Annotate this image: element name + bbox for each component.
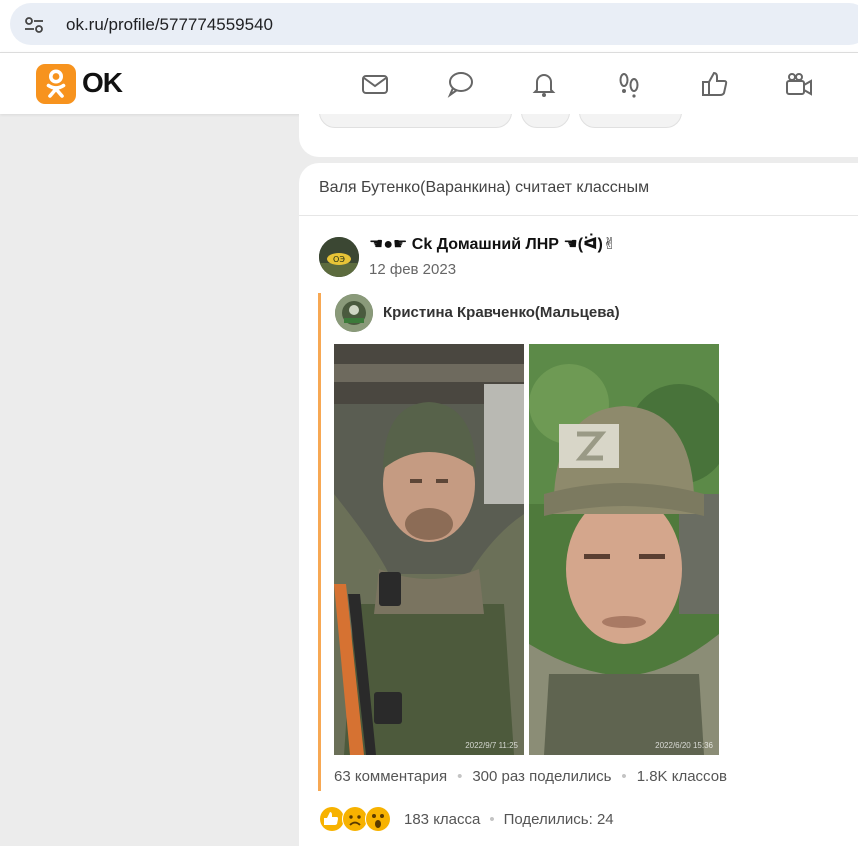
svg-text:ОЭ: ОЭ: [333, 255, 345, 264]
reactions-bar: 183 класса • Поделились: 24: [319, 806, 614, 832]
separator-dot: •: [621, 768, 627, 785]
previous-post-card: [299, 114, 858, 157]
browser-toolbar: ok.ru/profile/577774559540: [0, 0, 858, 52]
author-avatar[interactable]: [335, 294, 373, 332]
activity-header[interactable]: Валя Бутенко(Варанкина) считает классным: [319, 179, 649, 197]
chat-icon[interactable]: [445, 69, 475, 99]
shares-count[interactable]: 300 раз поделились: [472, 768, 611, 785]
post-photo-1[interactable]: 2022/9/7 11:25: [334, 344, 524, 755]
post-date[interactable]: 12 фев 2023: [369, 261, 456, 278]
reactions-count[interactable]: 183 класса: [404, 811, 480, 828]
shared-count[interactable]: Поделились: 24: [504, 811, 614, 828]
ok-logo-text[interactable]: OK: [82, 67, 123, 99]
like-icon[interactable]: [700, 69, 730, 99]
group-name[interactable]: ☚●☛ Ck Домашний ЛНР ☚(ᐛ)✌: [369, 234, 616, 254]
class-button[interactable]: [579, 114, 682, 128]
comment-button[interactable]: [319, 114, 512, 128]
repost-indicator: [318, 293, 321, 791]
video-icon[interactable]: [784, 69, 814, 99]
repost-author-name[interactable]: Кристина Кравченко(Мальцева): [383, 304, 620, 321]
separator-dot: •: [457, 768, 463, 785]
post-stats: 63 комментария • 300 раз поделились • 1.…: [334, 768, 727, 785]
photo-timestamp: 2022/6/20 15:36: [655, 741, 713, 750]
url-text[interactable]: ok.ru/profile/577774559540: [66, 15, 273, 35]
post-photo-2[interactable]: 2022/6/20 15:36: [529, 344, 719, 755]
photo-timestamp: 2022/9/7 11:25: [465, 741, 518, 750]
site-settings-icon[interactable]: [24, 16, 44, 34]
ok-logo-icon[interactable]: [36, 64, 76, 104]
address-bar[interactable]: ok.ru/profile/577774559540: [10, 3, 858, 45]
mail-icon[interactable]: [360, 69, 390, 99]
share-button[interactable]: [521, 114, 570, 128]
likes-count[interactable]: 1.8K классов: [637, 768, 727, 785]
comments-count[interactable]: 63 комментария: [334, 768, 447, 785]
group-avatar[interactable]: ОЭ: [319, 237, 359, 277]
bell-icon[interactable]: [529, 69, 559, 99]
guests-icon[interactable]: [614, 69, 644, 99]
divider: [299, 215, 858, 216]
separator-dot: •: [489, 810, 495, 828]
surprised-face-icon[interactable]: [365, 806, 391, 832]
feed-post-card: Валя Бутенко(Варанкина) считает классным…: [299, 163, 858, 846]
site-header: OK: [0, 52, 858, 114]
